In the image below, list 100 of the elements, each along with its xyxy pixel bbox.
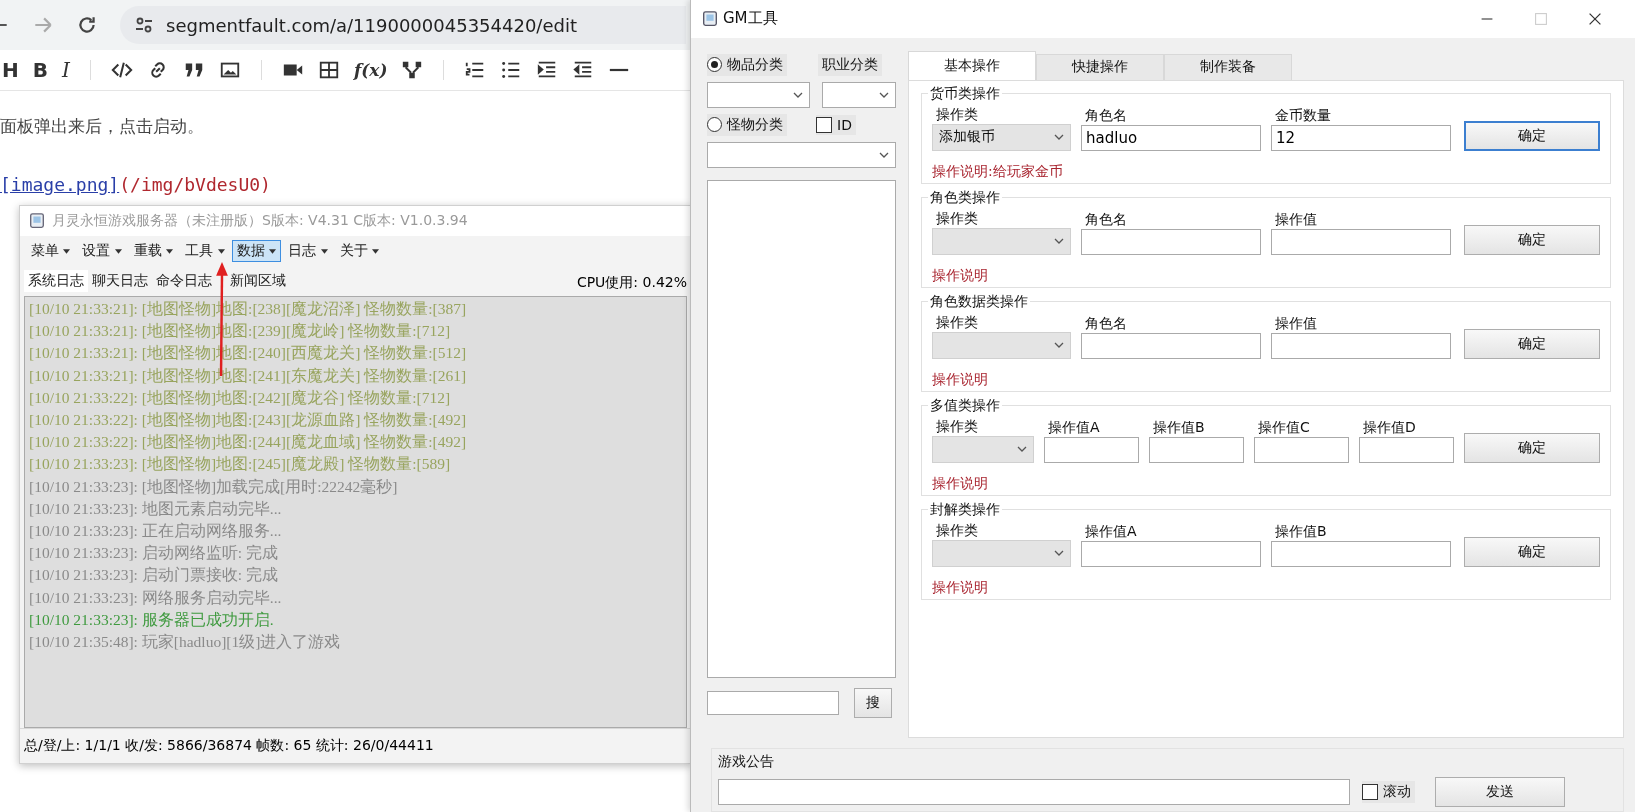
dropdown-arrow-icon xyxy=(372,248,380,254)
link-text[interactable]: [image.png] xyxy=(0,174,120,195)
address-bar[interactable]: segmentfault.com/a/1190000045354420/edit xyxy=(120,6,686,44)
format-button[interactable]: H xyxy=(2,58,19,82)
log-line: [10/10 21:33:22]: [地图怪物]地图:[243][龙源血路] 怪物数量:[492] xyxy=(29,410,468,430)
log-line: [10/10 21:33:23]: 启动门票接收: 完成 xyxy=(29,565,279,586)
log-line: [10/10 21:33:23]: 正在启动网络服务... xyxy=(29,521,283,542)
chevron-down-icon xyxy=(1054,238,1064,245)
chevron-down-icon xyxy=(793,91,803,98)
dropdown-arrow-icon xyxy=(63,248,71,254)
log-line: [10/10 21:33:23]: 地图元素启动完毕... xyxy=(29,498,283,519)
site-settings-icon[interactable] xyxy=(134,15,154,35)
tab[interactable]: 制作装备 xyxy=(1164,53,1292,80)
log-tab[interactable]: 新闻区域 xyxy=(226,270,290,292)
input-field[interactable] xyxy=(1081,228,1261,255)
menu-item[interactable]: 菜单 xyxy=(26,240,76,262)
input-field[interactable]: 12 xyxy=(1271,124,1451,151)
field-label: 操作类 xyxy=(935,209,979,227)
scroll-checkbox[interactable]: 滚动 xyxy=(1362,781,1415,803)
confirm-button[interactable]: 确定 xyxy=(1464,120,1600,151)
group-title: 货币类操作 xyxy=(928,84,1002,101)
format-button[interactable]: I xyxy=(62,58,70,82)
dropdown-arrow-icon xyxy=(269,248,277,254)
menu-item[interactable]: 数据 xyxy=(231,240,282,262)
group-title: 角色数据类操作 xyxy=(928,292,1030,309)
field-label: 操作类 xyxy=(935,417,979,435)
log-tab[interactable]: 聊天日志 xyxy=(88,270,152,292)
announcement-label: 游戏公告 xyxy=(718,753,775,771)
operation-dropdown[interactable] xyxy=(932,331,1071,359)
log-line: [10/10 21:33:22]: [地图怪物]地图:[242][魔龙谷] 怪物数量:[712] xyxy=(29,387,452,408)
search-field[interactable] xyxy=(707,690,839,715)
input-field[interactable] xyxy=(1254,436,1349,463)
input-field[interactable]: hadluo xyxy=(1081,124,1261,151)
operation-dropdown[interactable] xyxy=(932,435,1034,463)
monster-dropdown[interactable] xyxy=(707,141,896,168)
input-field[interactable] xyxy=(1081,540,1261,567)
field-label: 操作类 xyxy=(935,313,979,331)
search-button[interactable]: 搜 xyxy=(854,687,892,718)
diagram-icon[interactable] xyxy=(401,59,424,81)
operation-note: 操作说明 xyxy=(932,370,989,389)
field-label: 操作值 xyxy=(1274,210,1318,228)
field-label: 角色名 xyxy=(1084,210,1128,228)
chevron-down-icon xyxy=(1054,550,1064,557)
field-label: 角色名 xyxy=(1084,106,1128,124)
log-line: [10/10 21:33:23]: [地图怪物]地图:[245][魔龙殿] 怪物数量:[589] xyxy=(29,454,452,475)
category-dropdown[interactable] xyxy=(707,81,810,108)
operation-note: 操作说明:给玩家金币 xyxy=(932,162,1064,181)
job-dropdown[interactable] xyxy=(822,81,896,108)
tab[interactable]: 快捷操作 xyxy=(1036,53,1164,80)
radio-button[interactable]: 物品分类 xyxy=(707,53,787,76)
input-field[interactable] xyxy=(1044,436,1139,463)
log-tab[interactable]: 命令日志 xyxy=(152,270,216,292)
log-tab[interactable]: 系统日志 xyxy=(24,270,88,292)
field-label: 操作值D xyxy=(1362,418,1417,436)
field-label: 操作类 xyxy=(935,105,979,123)
menu-item[interactable]: 关于 xyxy=(334,240,385,262)
input-field[interactable] xyxy=(1149,436,1244,463)
paragraph-text: 面板弹出来后，点击启动。 xyxy=(0,115,205,138)
input-field[interactable] xyxy=(1271,228,1451,255)
operation-dropdown[interactable]: 添加银币 xyxy=(932,123,1071,151)
id-checkbox[interactable]: ID xyxy=(816,114,856,135)
chevron-down-icon xyxy=(1017,446,1027,453)
job-category-label: 职业分类 xyxy=(818,53,882,76)
window-title: GM工具 xyxy=(723,9,778,29)
menu-item[interactable]: 重载 xyxy=(128,240,179,262)
menu-item[interactable]: 日志 xyxy=(283,240,333,262)
chevron-down-icon xyxy=(879,151,889,158)
input-field[interactable] xyxy=(1359,436,1454,463)
format-button[interactable]: B xyxy=(32,58,48,82)
status-text: 总/登/上: 1/1/1 收/发: 5866/36874 帧数: 65 统计: 26/0/44411 xyxy=(24,737,434,755)
input-field[interactable] xyxy=(1271,540,1451,567)
app-icon xyxy=(701,9,719,28)
dropdown-arrow-icon xyxy=(217,248,225,254)
confirm-button[interactable]: 确定 xyxy=(1464,432,1600,463)
confirm-button[interactable]: 确定 xyxy=(1464,224,1600,255)
send-button[interactable]: 发送 xyxy=(1435,777,1565,807)
dropdown-arrow-icon xyxy=(114,248,122,254)
confirm-button[interactable]: 确定 xyxy=(1464,536,1600,567)
log-line: [10/10 21:33:23]: 启动网络监听: 完成 xyxy=(29,543,279,564)
formula-button[interactable]: f(x) xyxy=(353,60,388,80)
log-line: [10/10 21:33:21]: [地图怪物]地图:[241][东魔龙关] 怪物数量:[261] xyxy=(29,365,468,386)
group-title: 角色类操作 xyxy=(928,188,1002,205)
menu-item[interactable]: 工具 xyxy=(180,240,230,262)
menu-item[interactable]: 设置 xyxy=(77,240,127,262)
table-icon[interactable] xyxy=(317,59,340,81)
field-label: 操作值 xyxy=(1274,314,1318,332)
reload-icon[interactable] xyxy=(76,14,98,36)
announcement-field[interactable] xyxy=(718,779,1350,805)
field-label: 操作值B xyxy=(1274,522,1328,540)
operation-dropdown[interactable] xyxy=(932,539,1071,567)
input-field[interactable] xyxy=(1271,332,1451,359)
operation-note: 操作说明 xyxy=(932,266,989,285)
input-field[interactable] xyxy=(1081,332,1261,359)
operation-dropdown[interactable] xyxy=(932,227,1071,255)
radio-button[interactable]: 怪物分类 xyxy=(707,113,787,136)
cpu-usage: CPU使用: 0.42% xyxy=(576,274,687,292)
tab[interactable]: 基本操作 xyxy=(908,50,1036,80)
confirm-button[interactable]: 确定 xyxy=(1464,328,1600,359)
operation-note: 操作说明 xyxy=(932,474,989,493)
chevron-down-icon xyxy=(1054,342,1064,349)
